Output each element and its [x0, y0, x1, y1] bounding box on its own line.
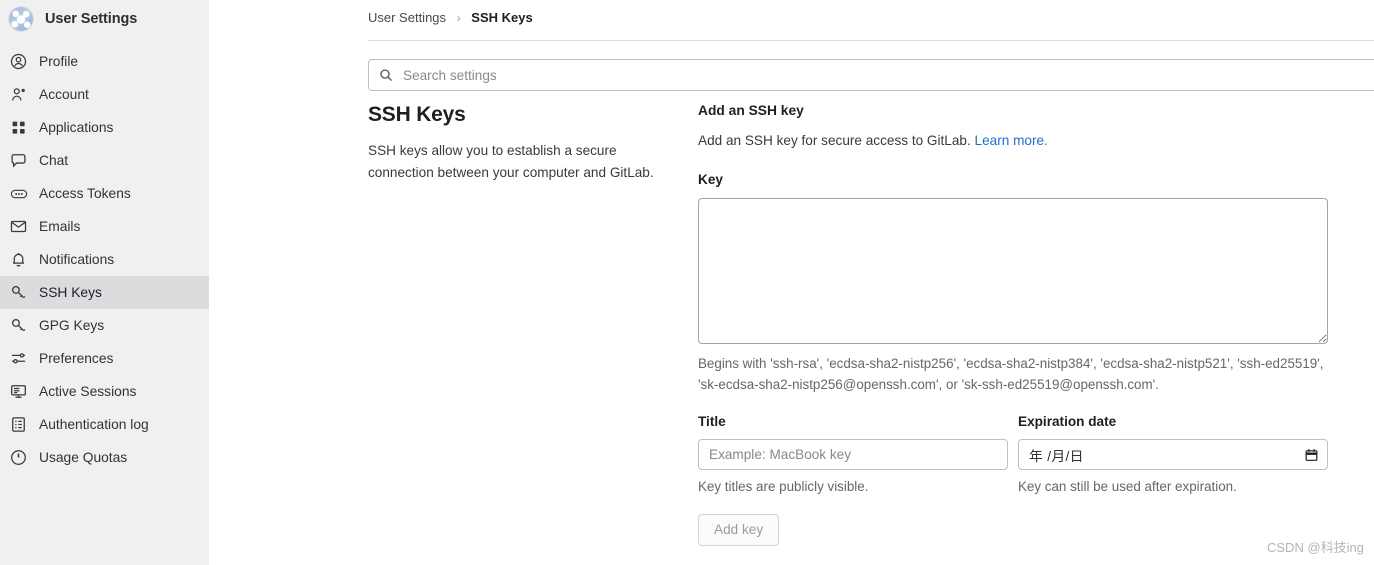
sidebar-item-usage-quotas[interactable]: Usage Quotas — [0, 441, 209, 474]
title-field-label: Title — [698, 414, 726, 429]
ssh-keys-description-panel: SSH Keys SSH keys allow you to establish… — [368, 103, 678, 184]
key-field-label: Key — [698, 172, 723, 187]
sidebar-item-access-tokens[interactable]: Access Tokens — [0, 177, 209, 210]
sidebar-item-label: Emails — [39, 219, 81, 234]
expiration-field-group: Expiration date 年 /月/日 Key can still be … — [1018, 414, 1328, 494]
expiration-field-label: Expiration date — [1018, 414, 1117, 429]
ssh-key-icon — [9, 283, 28, 302]
notifications-bell-icon — [9, 250, 28, 269]
sidebar-item-authentication-log[interactable]: Authentication log — [0, 408, 209, 441]
profile-icon — [9, 52, 28, 71]
sidebar-item-label: Account — [39, 87, 89, 102]
title-input[interactable] — [698, 439, 1008, 470]
active-sessions-monitor-icon — [9, 382, 28, 401]
title-field-group: Title Key titles are publicly visible. — [698, 414, 1008, 494]
main-content: User Settings › SSH Keys SSH Keys SSH ke… — [209, 0, 1374, 565]
add-ssh-key-form: Add an SSH key Add an SSH key for secure… — [698, 103, 1328, 546]
sidebar-item-label: Active Sessions — [39, 384, 137, 399]
breadcrumb-parent-link[interactable]: User Settings — [368, 10, 446, 25]
sidebar-item-preferences[interactable]: Preferences — [0, 342, 209, 375]
search-settings-box[interactable] — [368, 59, 1374, 91]
key-field-help: Begins with 'ssh-rsa', 'ecdsa-sha2-nistp… — [698, 356, 1324, 392]
sidebar-item-emails[interactable]: Emails — [0, 210, 209, 243]
access-tokens-icon — [9, 184, 28, 203]
breadcrumb: User Settings › SSH Keys — [368, 10, 533, 25]
ssh-keys-settings-page: User Settings Profile Account Applicatio… — [0, 0, 1374, 565]
add-key-button[interactable]: Add key — [698, 514, 780, 546]
sidebar-item-label: Access Tokens — [39, 186, 131, 201]
applications-icon — [9, 118, 28, 137]
sidebar-item-label: Notifications — [39, 252, 115, 267]
sidebar-item-label: Preferences — [39, 351, 114, 366]
sidebar-item-label: SSH Keys — [39, 285, 102, 300]
key-input[interactable] — [698, 198, 1328, 344]
sidebar-item-gpg-keys[interactable]: GPG Keys — [0, 309, 209, 342]
title-field-help: Key titles are publicly visible. — [698, 479, 869, 494]
form-heading: Add an SSH key — [698, 103, 804, 118]
sidebar-item-label: Applications — [39, 120, 114, 135]
page-title: SSH Keys — [368, 103, 466, 126]
breadcrumb-separator: › — [456, 11, 461, 25]
breadcrumb-current: SSH Keys — [471, 10, 533, 25]
sidebar-header: User Settings — [0, 0, 209, 38]
sidebar-item-applications[interactable]: Applications — [0, 111, 209, 144]
calendar-icon[interactable] — [1305, 448, 1318, 462]
form-subtext: Add an SSH key for secure access to GitL… — [698, 133, 1328, 148]
expiration-date-input[interactable]: 年 /月/日 — [1018, 439, 1328, 470]
page-description: SSH keys allow you to establish a secure… — [368, 143, 654, 180]
authentication-log-icon — [9, 415, 28, 434]
sidebar: User Settings Profile Account Applicatio… — [0, 0, 209, 565]
sidebar-item-label: Profile — [39, 54, 79, 69]
header-divider — [368, 40, 1374, 41]
learn-more-link[interactable]: Learn more. — [975, 133, 1048, 148]
sidebar-item-ssh-keys[interactable]: SSH Keys — [0, 276, 209, 309]
user-avatar-identicon — [8, 6, 34, 32]
sidebar-item-account[interactable]: Account — [0, 78, 209, 111]
usage-quotas-icon — [9, 448, 28, 467]
emails-icon — [9, 217, 28, 236]
expiration-date-placeholder: 年 /月/日 — [1029, 448, 1084, 464]
sidebar-item-label: Usage Quotas — [39, 450, 128, 465]
preferences-sliders-icon — [9, 349, 28, 368]
form-subtext-text: Add an SSH key for secure access to GitL… — [698, 133, 975, 148]
search-input[interactable] — [401, 66, 1374, 84]
expiration-field-help: Key can still be used after expiration. — [1018, 479, 1237, 494]
sidebar-item-label: Authentication log — [39, 417, 149, 432]
sidebar-title: User Settings — [45, 11, 138, 27]
search-icon — [378, 68, 393, 83]
sidebar-nav: Profile Account Applications Chat Access… — [0, 45, 209, 474]
account-icon — [9, 85, 28, 104]
sidebar-item-chat[interactable]: Chat — [0, 144, 209, 177]
sidebar-item-profile[interactable]: Profile — [0, 45, 209, 78]
sidebar-item-active-sessions[interactable]: Active Sessions — [0, 375, 209, 408]
sidebar-item-label: Chat — [39, 153, 69, 168]
chat-icon — [9, 151, 28, 170]
title-expiration-row: Title Key titles are publicly visible. E… — [698, 414, 1328, 494]
sidebar-item-label: GPG Keys — [39, 318, 105, 333]
watermark: CSDN @科技ing — [1267, 540, 1364, 555]
sidebar-item-notifications[interactable]: Notifications — [0, 243, 209, 276]
gpg-key-icon — [9, 316, 28, 335]
